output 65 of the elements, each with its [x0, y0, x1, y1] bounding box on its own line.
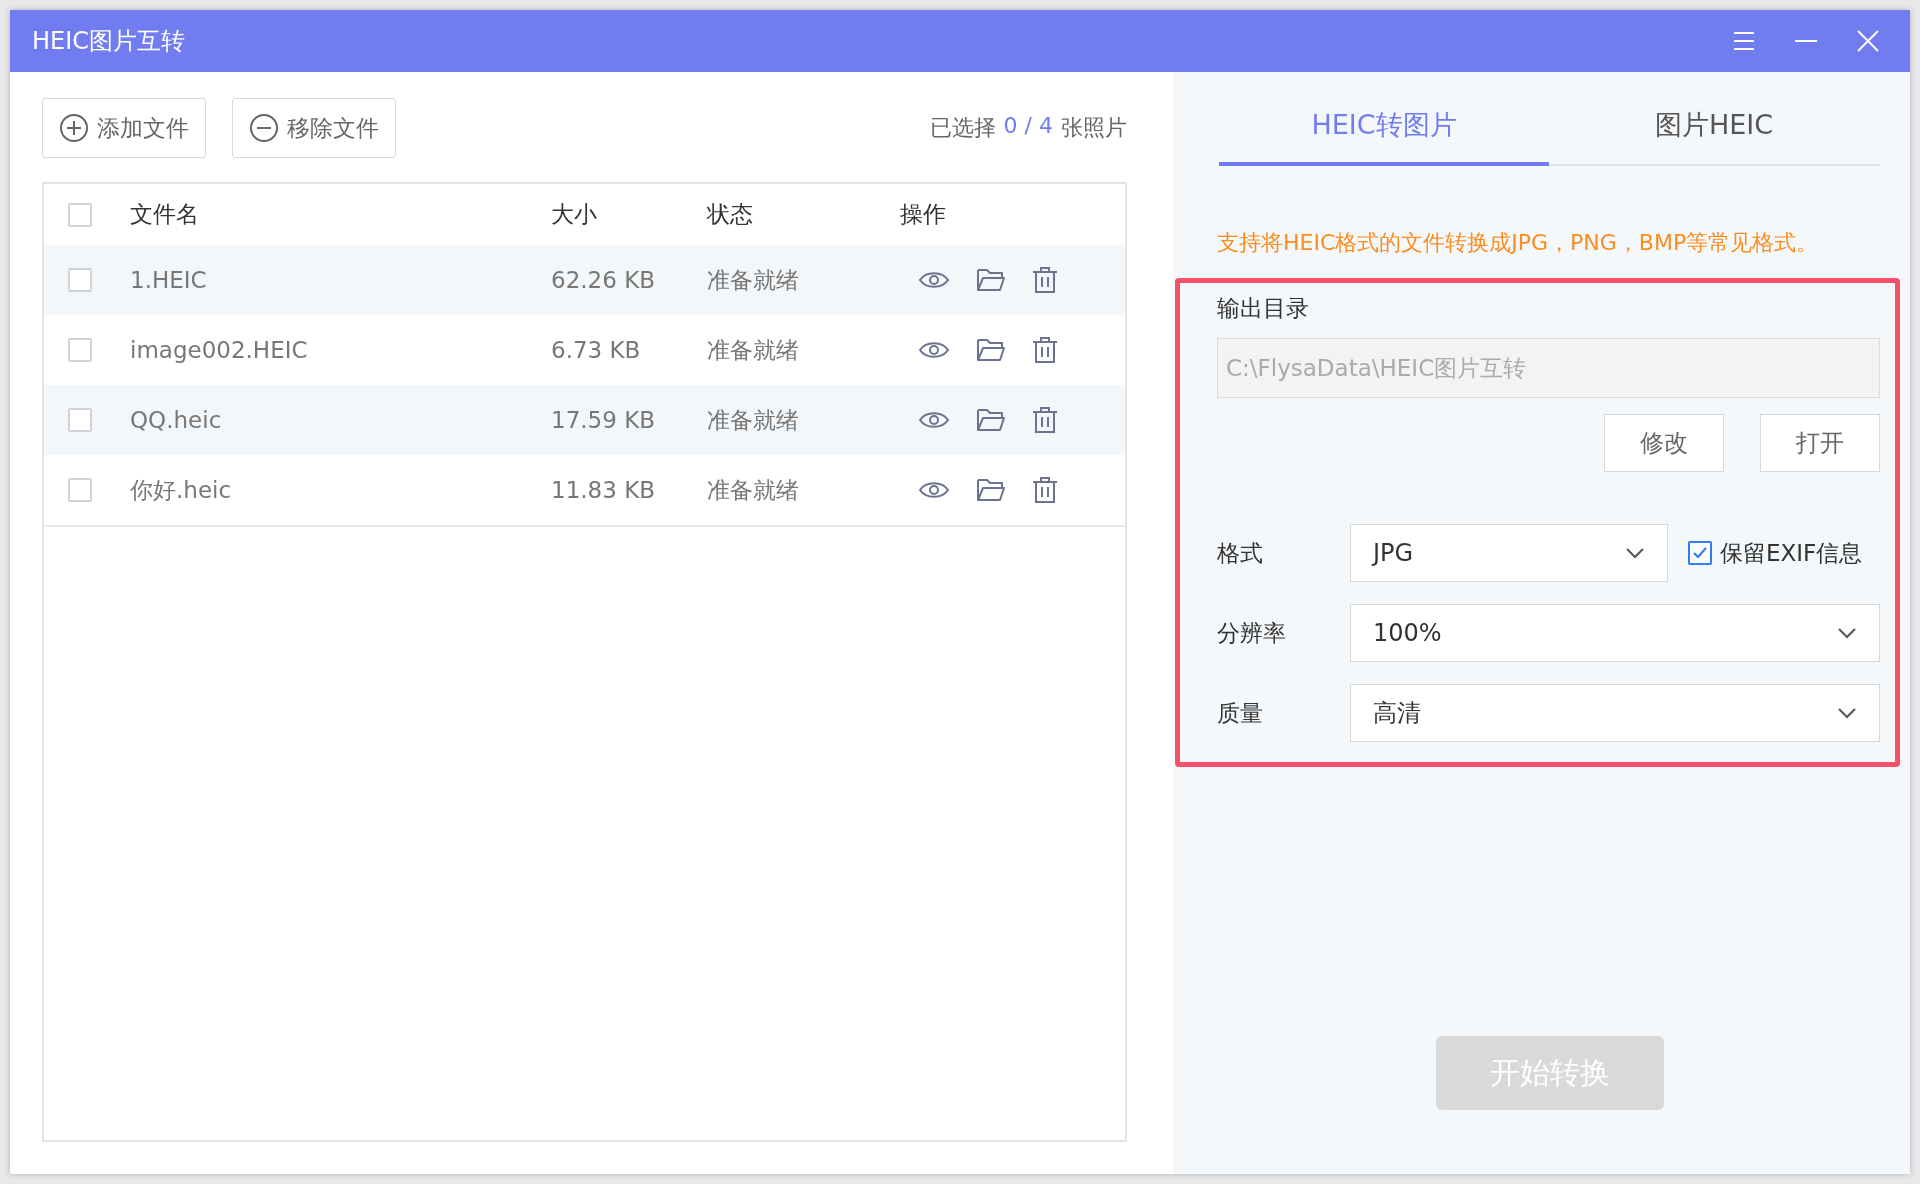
- exif-label: 保留EXIF信息: [1720, 538, 1863, 568]
- eye-icon[interactable]: [918, 269, 950, 291]
- close-icon: [1857, 30, 1879, 52]
- row-checkbox[interactable]: [68, 268, 92, 292]
- format-note: 支持将HEIC格式的文件转换成JPG，PNG，BMP等常见格式。: [1217, 229, 1820, 257]
- folder-icon[interactable]: [976, 477, 1006, 503]
- file-size-cell-text: 6.73 KB: [551, 337, 642, 363]
- format-dropdown[interactable]: JPG: [1350, 524, 1668, 582]
- file-name-cell-text: 1.HEIC: [130, 267, 208, 293]
- file-size-cell-text: 17.59 KB: [551, 407, 657, 433]
- file-name-cell-text: 你好.heic: [130, 475, 233, 505]
- eye-icon[interactable]: [918, 409, 950, 431]
- file-name-cell-text: QQ.heic: [130, 407, 223, 433]
- chevron-down-icon: [1837, 707, 1857, 719]
- quality-label: 质量: [1217, 698, 1264, 728]
- status-cell-text: 准备就绪: [707, 265, 800, 295]
- open-button[interactable]: 打开: [1760, 414, 1880, 472]
- resolution-dropdown[interactable]: 100%: [1350, 604, 1880, 662]
- trash-icon[interactable]: [1032, 406, 1058, 434]
- window-title: HEIC图片互转: [32, 26, 187, 57]
- output-dir-label: 输出目录: [1217, 294, 1310, 323]
- status-cell-text: 准备就绪: [707, 335, 800, 365]
- checkbox[interactable]: [1688, 541, 1712, 565]
- status-cell-text: 准备就绪: [707, 475, 800, 505]
- file-row[interactable]: 1.HEIC 62.26 KB 准备就绪: [44, 245, 1125, 315]
- folder-icon[interactable]: [976, 407, 1006, 433]
- column-header: 状态: [707, 200, 754, 229]
- file-name-cell-text: image002.HEIC: [130, 337, 309, 363]
- selection-label: 已选择: [929, 114, 996, 142]
- check-icon: [1692, 546, 1708, 560]
- resolution-label: 分辨率: [1217, 618, 1287, 648]
- exif-checkbox[interactable]: 保留EXIF信息: [1688, 537, 1863, 569]
- trash-icon[interactable]: [1032, 266, 1058, 294]
- selection-count: 0 / 4: [1003, 113, 1053, 140]
- quality-dropdown[interactable]: 高清: [1350, 684, 1880, 742]
- row-checkbox[interactable]: [68, 338, 92, 362]
- mode-tab[interactable]: 图片HEIC: [1549, 88, 1879, 166]
- minus-circle-icon: [249, 113, 279, 143]
- trash-icon[interactable]: [1032, 336, 1058, 364]
- plus-circle-icon: [59, 113, 89, 143]
- file-row[interactable]: QQ.heic 17.59 KB 准备就绪: [44, 385, 1125, 455]
- column-header: 文件名: [130, 200, 200, 229]
- mode-tab[interactable]: HEIC转图片: [1219, 88, 1549, 166]
- folder-icon[interactable]: [976, 267, 1006, 293]
- minimize-icon: [1795, 39, 1817, 43]
- folder-icon[interactable]: [976, 337, 1006, 363]
- select-all-checkbox[interactable]: [68, 202, 92, 227]
- file-size-cell-text: 11.83 KB: [551, 477, 657, 503]
- selection-unit: 张照片: [1061, 114, 1127, 142]
- eye-icon[interactable]: [918, 339, 950, 361]
- add-file-button[interactable]: 添加文件: [42, 98, 206, 158]
- remove-file-button[interactable]: 移除文件: [232, 98, 396, 158]
- row-checkbox[interactable]: [68, 478, 92, 502]
- column-header: 操作: [900, 200, 947, 229]
- file-size-cell-text: 62.26 KB: [551, 267, 657, 293]
- menu-icon: [1733, 31, 1755, 51]
- column-header: 大小: [551, 200, 598, 229]
- row-checkbox[interactable]: [68, 408, 92, 432]
- format-label: 格式: [1217, 538, 1264, 568]
- status-cell-text: 准备就绪: [707, 405, 800, 435]
- chevron-down-icon: [1625, 547, 1645, 559]
- eye-icon[interactable]: [918, 479, 950, 501]
- trash-icon[interactable]: [1032, 476, 1058, 504]
- modify-button[interactable]: 修改: [1604, 414, 1724, 472]
- chevron-down-icon: [1837, 627, 1857, 639]
